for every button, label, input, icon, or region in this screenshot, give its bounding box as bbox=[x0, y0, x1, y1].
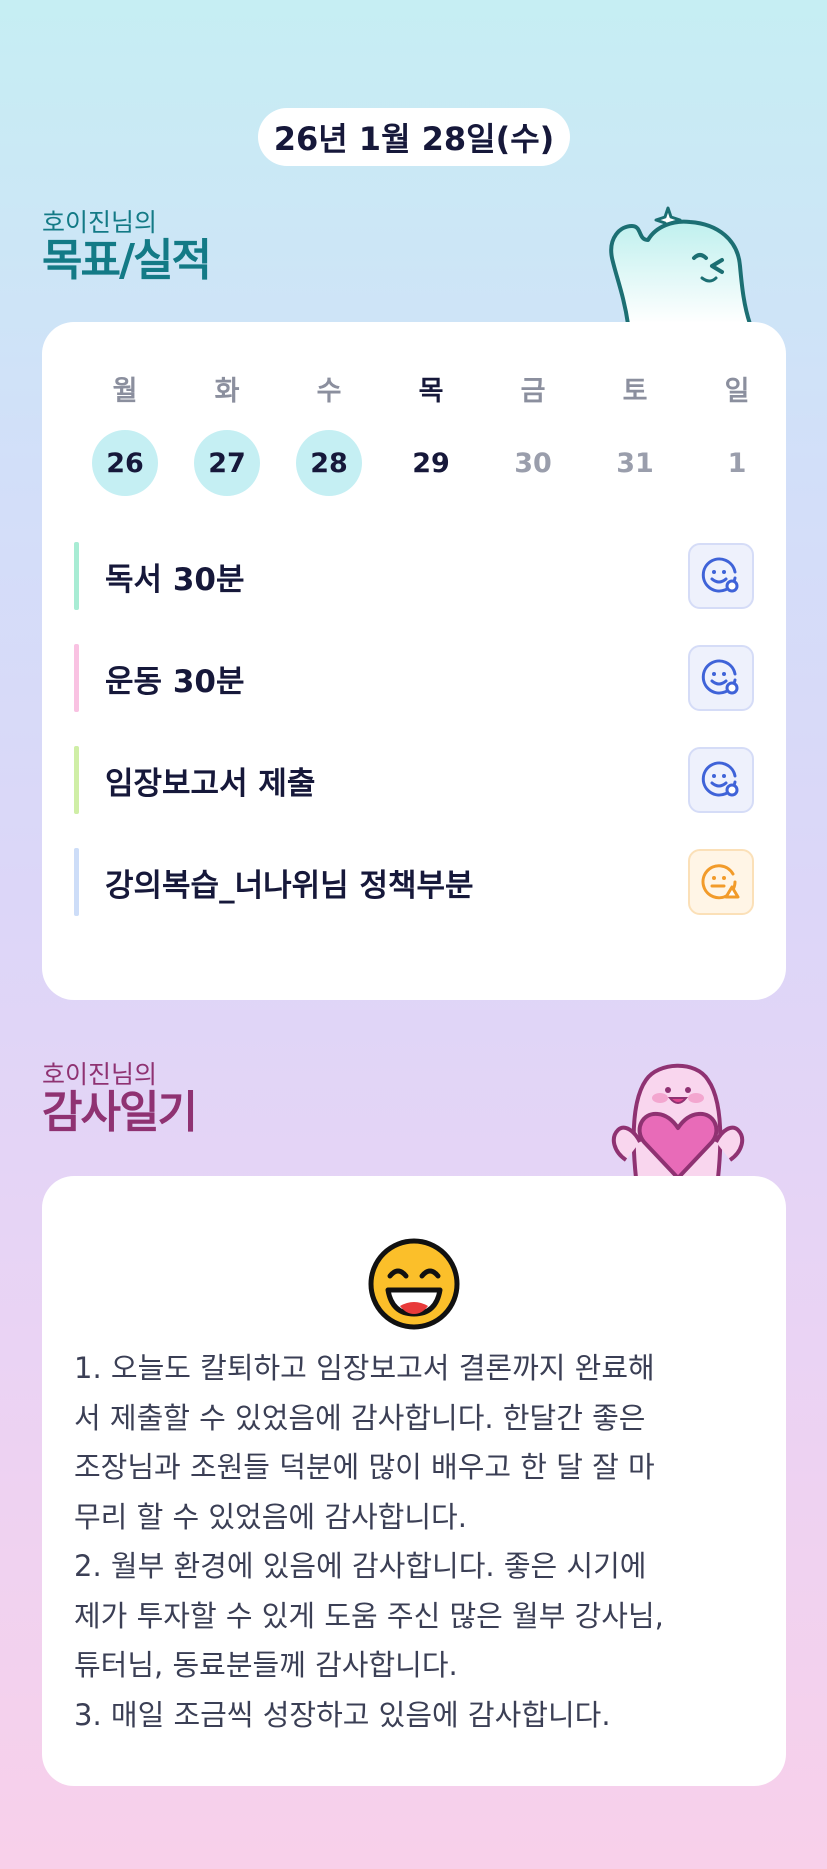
date-number: 27 bbox=[194, 430, 260, 496]
goal-item[interactable]: 독서 30분 bbox=[74, 542, 754, 610]
goal-color-bar bbox=[74, 644, 79, 712]
goals-title: 목표/실적 bbox=[42, 235, 212, 286]
gratitude-line: 튜터님, 동료분들께 감사합니다. bbox=[74, 1648, 458, 1682]
goals-card: 월 화 수 목 금 토 일 26 27 28 29 30 31 1 독서 30분 bbox=[42, 322, 786, 1000]
date-number: 29 bbox=[412, 447, 450, 479]
goal-title: 임장보고서 제출 bbox=[105, 765, 316, 802]
gratitude-line: 3. 매일 조금씩 성장하고 있음에 감사합니다. bbox=[74, 1697, 611, 1732]
weekday-sat: 토 bbox=[622, 375, 648, 407]
goals-heading: 호이진님의 목표/실적 bbox=[42, 208, 212, 286]
goal-color-bar bbox=[74, 848, 79, 916]
goal-item[interactable]: 강의복습_너나위님 정책부분 bbox=[74, 848, 754, 916]
goal-color-bar bbox=[74, 746, 79, 814]
date-number: 26 bbox=[92, 430, 158, 496]
date-number: 1 bbox=[727, 447, 747, 479]
date-row: 26 27 28 29 30 31 1 bbox=[74, 428, 754, 498]
date-cell-tue[interactable]: 27 bbox=[176, 428, 278, 498]
smile-check-icon bbox=[701, 761, 739, 797]
gratitude-heading: 호이진님의 감사일기 bbox=[42, 1060, 198, 1138]
goal-status-button[interactable] bbox=[688, 849, 754, 915]
weekday-thu: 목 bbox=[418, 375, 444, 407]
goal-color-bar bbox=[74, 542, 79, 610]
weekday-fri: 금 bbox=[520, 375, 546, 407]
mint-mascot-icon bbox=[609, 206, 752, 326]
goal-title: 운동 30분 bbox=[105, 663, 245, 700]
goal-item[interactable]: 운동 30분 bbox=[74, 644, 754, 712]
gratitude-title: 감사일기 bbox=[42, 1087, 198, 1138]
gratitude-line: 무리 할 수 있었음에 감사합니다. bbox=[74, 1499, 467, 1534]
date-cell-sun[interactable]: 1 bbox=[686, 428, 788, 498]
goal-status-button[interactable] bbox=[688, 543, 754, 609]
date-selector[interactable]: 26년 1월 28일(수) bbox=[258, 108, 570, 166]
gratitude-line: 서 제출할 수 있었음에 감사합니다. 한달간 좋은 bbox=[74, 1400, 646, 1435]
gratitude-subtitle: 호이진님의 bbox=[42, 1060, 158, 1089]
goal-title: 강의복습_너나위님 정책부분 bbox=[105, 867, 474, 904]
gratitude-line: 2. 월부 환경에 있음에 감사합니다. 좋은 시기에 bbox=[74, 1549, 647, 1583]
date-cell-mon[interactable]: 26 bbox=[74, 428, 176, 498]
gratitude-line: 제가 투자할 수 있게 도움 주신 많은 월부 강사님, bbox=[74, 1598, 664, 1633]
grinning-face-icon bbox=[368, 1238, 460, 1330]
weekday-row: 월 화 수 목 금 토 일 bbox=[74, 368, 754, 408]
weekday-tue: 화 bbox=[214, 375, 240, 407]
goal-title: 독서 30분 bbox=[105, 561, 245, 598]
goals-subtitle: 호이진님의 bbox=[42, 208, 158, 237]
goal-status-button[interactable] bbox=[688, 747, 754, 813]
goal-item[interactable]: 임장보고서 제출 bbox=[74, 746, 754, 814]
gratitude-line: 조장님과 조원들 덕분에 많이 배우고 한 달 잘 마 bbox=[74, 1450, 655, 1484]
weekday-sun: 일 bbox=[724, 375, 750, 407]
date-number: 28 bbox=[296, 430, 362, 496]
date-cell-sat[interactable]: 31 bbox=[584, 428, 686, 498]
weekday-wed: 수 bbox=[316, 375, 342, 407]
smile-warning-icon bbox=[701, 864, 740, 900]
gratitude-entry-text: 1. 오늘도 칼퇴하고 임장보고서 결론까지 완료해 서 제출할 수 있었음에 … bbox=[74, 1344, 764, 1740]
date-label: 26년 1월 28일(수) bbox=[273, 120, 555, 158]
gratitude-line: 1. 오늘도 칼퇴하고 임장보고서 결론까지 완료해 bbox=[74, 1351, 655, 1385]
gratitude-card: 1. 오늘도 칼퇴하고 임장보고서 결론까지 완료해 서 제출할 수 있었음에 … bbox=[42, 1176, 786, 1786]
smile-check-icon bbox=[701, 557, 739, 593]
date-cell-thu[interactable]: 29 bbox=[380, 428, 482, 498]
date-cell-wed[interactable]: 28 bbox=[278, 428, 380, 498]
date-cell-fri[interactable]: 30 bbox=[482, 428, 584, 498]
smile-check-icon bbox=[701, 659, 739, 695]
date-number: 30 bbox=[514, 447, 552, 479]
weekday-mon: 월 bbox=[112, 375, 138, 407]
date-number: 31 bbox=[616, 447, 654, 479]
goal-status-button[interactable] bbox=[688, 645, 754, 711]
pink-mascot-heart-icon bbox=[611, 1063, 745, 1180]
